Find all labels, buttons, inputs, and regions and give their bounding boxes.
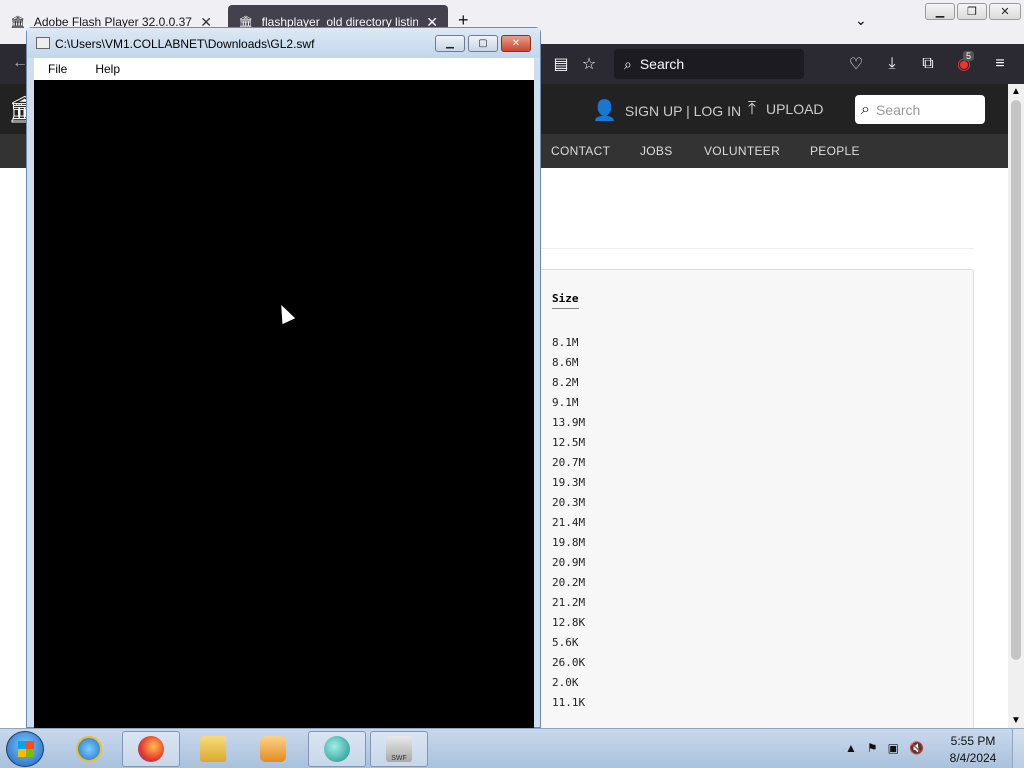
system-tray: ▲ ⚑ ▣ 🔇	[845, 741, 924, 755]
taskbar-file-explorer[interactable]	[184, 731, 242, 767]
close-button[interactable]: ✕	[989, 3, 1021, 20]
size-cell: 5.6K	[552, 636, 579, 649]
flash-window-title: C:\Users\VM1.COLLABNET\Downloads\GL2.swf	[55, 37, 315, 51]
flash-menubar: File Help	[34, 58, 534, 80]
clock-date: 8/4/2024	[949, 751, 997, 765]
windows-taskbar: SWF ▲ ⚑ ▣ 🔇 5:55 PM 8/4/2024	[0, 728, 1024, 768]
flash-maximize-button[interactable]: ▢	[468, 35, 498, 52]
size-cell: 19.3M	[552, 476, 586, 489]
network-icon[interactable]: ▣	[888, 741, 899, 755]
nav-contact[interactable]: CONTACT	[551, 144, 610, 158]
reader-view-icon[interactable]: ▤	[551, 54, 571, 74]
menu-file[interactable]: File	[34, 62, 81, 76]
ublock-count-badge: 5	[963, 51, 975, 61]
show-desktop-button[interactable]	[1012, 729, 1024, 768]
size-cell: 12.5M	[552, 436, 586, 449]
download-icon[interactable]: ⤓	[882, 54, 902, 74]
taskbar-internet-explorer[interactable]	[60, 731, 118, 767]
size-column-header[interactable]: Size	[552, 292, 579, 309]
taskbar-media-player[interactable]	[244, 731, 302, 767]
extensions-icon[interactable]: ⧉	[918, 54, 938, 74]
size-cell: 20.3M	[552, 496, 586, 509]
search-placeholder: Search	[639, 56, 685, 72]
upload-label: UPLOAD	[765, 100, 824, 117]
size-cell: 8.1M	[552, 336, 579, 349]
tray-expand-icon[interactable]: ▲	[845, 741, 857, 755]
search-icon: ⌕	[624, 55, 632, 72]
nav-jobs[interactable]: JOBS	[640, 144, 673, 158]
volume-muted-icon[interactable]: 🔇	[909, 741, 924, 755]
size-cell: 21.4M	[552, 516, 586, 529]
search-icon: ⌕	[861, 100, 870, 118]
size-cell: 20.2M	[552, 576, 586, 589]
taskbar-network-app[interactable]	[308, 731, 366, 767]
site-search-input[interactable]: ⌕ Search	[855, 95, 985, 124]
globe-icon	[324, 736, 350, 762]
start-button[interactable]	[6, 731, 44, 767]
taskbar-firefox[interactable]	[122, 731, 180, 767]
size-cell: 8.2M	[552, 376, 579, 389]
flash-minimize-button[interactable]: ▁	[435, 35, 465, 52]
flash-titlebar[interactable]: C:\Users\VM1.COLLABNET\Downloads\GL2.swf…	[27, 28, 540, 58]
upload-link[interactable]: ⤒ UPLOAD	[748, 98, 824, 119]
flash-player-window: C:\Users\VM1.COLLABNET\Downloads\GL2.swf…	[26, 27, 541, 729]
restore-button[interactable]: ❐	[957, 3, 987, 20]
menu-help[interactable]: Help	[81, 62, 134, 76]
size-column: 8.1M 8.6M 8.2M 9.1M 13.9M 12.5M 20.7M 19…	[552, 336, 585, 716]
menu-icon[interactable]: ≡	[990, 54, 1010, 74]
swf-file-icon: SWF	[386, 736, 412, 762]
system-clock[interactable]: 5:55 PM 8/4/2024	[940, 733, 1006, 767]
flash-close-button[interactable]: ✕	[501, 35, 531, 52]
folder-icon	[200, 736, 226, 762]
clock-time: 5:55 PM	[950, 734, 996, 748]
size-cell: 21.2M	[552, 596, 586, 609]
flash-app-icon	[36, 37, 50, 49]
size-cell: 11.1K	[552, 696, 586, 709]
pocket-icon[interactable]: ♡	[846, 54, 866, 74]
scrollbar-thumb[interactable]	[1011, 100, 1021, 660]
nav-people[interactable]: PEOPLE	[810, 144, 860, 158]
page-scrollbar[interactable]: ▲ ▼	[1008, 84, 1024, 728]
divider	[540, 248, 974, 249]
action-center-flag-icon[interactable]: ⚑	[867, 741, 878, 755]
nav-volunteer[interactable]: VOLUNTEER	[704, 144, 780, 158]
firefox-icon	[138, 736, 164, 762]
windows-logo-icon	[18, 741, 34, 757]
size-cell: 20.7M	[552, 456, 586, 469]
star-icon[interactable]: ☆	[579, 54, 599, 74]
upload-icon: ⤒	[748, 98, 756, 118]
size-cell: 9.1M	[552, 396, 579, 409]
size-cell: 26.0K	[552, 656, 586, 669]
mouse-cursor-icon	[274, 301, 296, 325]
archive-favicon-icon: 🏛	[10, 15, 26, 29]
browser-search-box[interactable]: ⌕ Search	[614, 49, 804, 79]
size-cell: 19.8M	[552, 536, 586, 549]
scroll-down-icon[interactable]: ▼	[1011, 715, 1021, 726]
size-cell: 8.6M	[552, 356, 579, 369]
taskbar-flash-player[interactable]: SWF	[370, 731, 428, 767]
directory-listing: Size 8.1M 8.6M 8.2M 9.1M 13.9M 12.5M 20.…	[538, 269, 974, 728]
media-player-icon	[260, 736, 286, 762]
internet-explorer-icon	[76, 736, 102, 762]
chevron-down-icon[interactable]: ⌄	[855, 12, 867, 29]
size-cell: 2.0K	[552, 676, 579, 689]
size-cell: 20.9M	[552, 556, 586, 569]
signup-label: SIGN UP | LOG IN	[624, 102, 742, 119]
flash-stage[interactable]	[34, 80, 534, 729]
signup-login-link[interactable]: 👤 SIGN UP | LOG IN	[592, 98, 741, 123]
scroll-up-icon[interactable]: ▲	[1011, 86, 1021, 97]
minimize-button[interactable]: ▁	[925, 3, 955, 20]
site-search-placeholder: Search	[875, 101, 921, 118]
size-cell: 12.8K	[552, 616, 586, 629]
size-cell: 13.9M	[552, 416, 586, 429]
person-icon: 👤	[592, 100, 617, 122]
